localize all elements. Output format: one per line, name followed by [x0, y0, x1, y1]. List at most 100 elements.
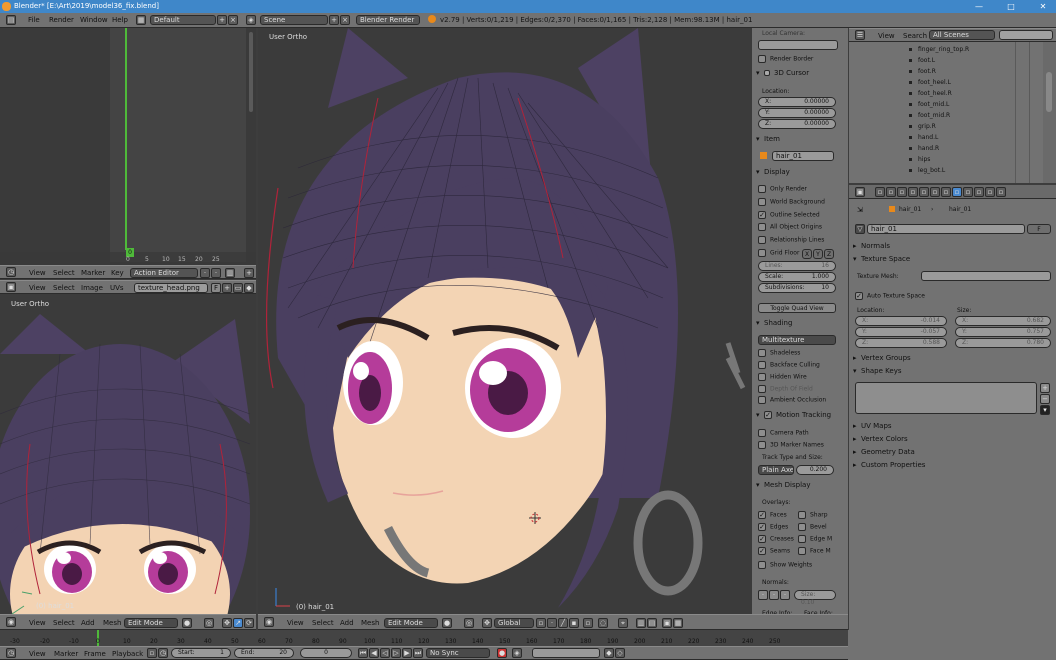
menu-view[interactable]: View [29, 284, 46, 292]
normal-vertex-icon[interactable]: · [758, 590, 768, 600]
cursor-section-header[interactable]: ▾ 3D Cursor [756, 69, 842, 80]
mode-select[interactable]: Edit Mode [124, 618, 178, 628]
menu-view[interactable]: View [878, 32, 895, 40]
scene-icon[interactable]: ◈ [246, 15, 256, 25]
outliner-item[interactable]: foot_mid.L [909, 101, 949, 108]
play-icon[interactable]: ▷ [391, 648, 401, 658]
outliner-item[interactable]: finger_ring_top.R [909, 46, 969, 53]
play-reverse-icon[interactable]: ◁ [380, 648, 390, 658]
overlay-faces[interactable]: ✓ Faces [758, 511, 787, 519]
stash-icon[interactable]: · [211, 268, 221, 278]
menu-select[interactable]: Select [53, 284, 75, 292]
menu-search[interactable]: Search [903, 32, 927, 40]
cursor-x-field[interactable]: X: 0.00000 [758, 97, 836, 107]
proportional-edit-icon[interactable]: ◌ [598, 618, 608, 628]
outliner-scope-select[interactable]: All Scenes [929, 30, 995, 40]
shape-key-add-icon[interactable]: + [1040, 383, 1050, 393]
transform-orientation-select[interactable]: Global [494, 618, 534, 628]
grid-floor-toggle[interactable]: Grid Floor [758, 249, 799, 257]
action-editor[interactable]: 0 0 5 10 15 20 25 [0, 28, 256, 265]
display-relationship-lines[interactable]: Relationship Lines [758, 236, 824, 244]
manipulator-icon[interactable]: ✥ [222, 618, 232, 628]
layout-field[interactable]: Default [150, 15, 216, 25]
pivot-icon[interactable]: ◎ [464, 618, 474, 628]
outliner-scrollbar[interactable] [1043, 42, 1056, 183]
outliner-item[interactable]: hand.L [909, 134, 938, 141]
editor-type-icon[interactable]: ◉ [264, 617, 274, 627]
loc-z-field[interactable]: Z: 0.588 [855, 338, 947, 348]
menu-render[interactable]: Render [49, 16, 74, 24]
opengl-render-icon[interactable]: ▣ [662, 618, 672, 628]
menu-add[interactable]: Add [81, 619, 95, 627]
outliner-item[interactable]: hips [909, 156, 930, 163]
size-y-field[interactable]: Y: 0.757 [955, 327, 1051, 337]
overlay-sharp[interactable]: Sharp [798, 511, 828, 519]
menu-marker[interactable]: Marker [81, 269, 105, 277]
custom-properties-section[interactable]: ▸ Custom Properties [853, 461, 1043, 472]
loc-x-field[interactable]: X: -0.014 [855, 316, 947, 326]
modifiers-tab-icon[interactable]: ▫ [941, 187, 951, 197]
shading-ambient-occlusion[interactable]: Ambient Occlusion [758, 396, 826, 404]
expand-icon[interactable]: + [244, 268, 254, 278]
shading-shadeless[interactable]: Shadeless [758, 349, 800, 357]
editor-mode-select[interactable]: Action Editor [130, 268, 198, 278]
viewport-shading-icon[interactable]: ● [442, 618, 452, 628]
mesh-datablock-field[interactable]: hair_01 [867, 224, 1025, 234]
start-frame-field[interactable]: Start: 1 [171, 648, 231, 658]
outliner-item[interactable]: hand.R [909, 145, 939, 152]
menu-view[interactable]: View [29, 269, 46, 277]
maximize-icon[interactable]: □ [1000, 0, 1022, 13]
overlay-seams[interactable]: ✓ Seams [758, 547, 790, 555]
track-type-select[interactable]: Plain Axe [758, 465, 794, 475]
outliner-item[interactable]: grip.R [909, 123, 936, 130]
layout-icon[interactable]: ▦ [136, 15, 146, 25]
jump-start-icon[interactable]: ⏮ [358, 648, 368, 658]
menu-help[interactable]: Help [112, 16, 128, 24]
editor-type-icon[interactable]: ◉ [6, 617, 16, 627]
menu-uvs[interactable]: UVs [110, 284, 124, 292]
jump-end-icon[interactable]: ⏭ [413, 648, 423, 658]
opengl-anim-icon[interactable]: ▦ [673, 618, 683, 628]
motion-tracking-section-header[interactable]: ▾ ✓ Motion Tracking [756, 411, 842, 422]
scene-remove-icon[interactable]: × [340, 15, 350, 25]
display-all-object-origins[interactable]: All Object Origins [758, 223, 822, 231]
pin-icon[interactable]: ◆ [244, 283, 254, 293]
material-tab-icon[interactable]: ▫ [963, 187, 973, 197]
editor-type-icon[interactable]: ☰ [855, 30, 865, 40]
cursor-y-field[interactable]: Y: 0.00000 [758, 108, 836, 118]
outliner-item[interactable]: foot_mid.R [909, 112, 950, 119]
mesh-display-section-header[interactable]: ▾ Mesh Display [756, 481, 842, 492]
overlay-edge-marks[interactable]: Edge M [798, 535, 832, 543]
shading-depth-of-field[interactable]: Depth Of Field [758, 385, 813, 393]
timeline-scrollbar[interactable] [246, 28, 256, 252]
keying-set-icon[interactable]: ◈ [512, 648, 522, 658]
mesh-data-tab-icon[interactable]: ▫ [952, 187, 962, 197]
toggle-quad-view-button[interactable]: Toggle Quad View [758, 303, 836, 313]
render-engine-select[interactable]: Blender Render [356, 15, 420, 25]
display-outline-selected[interactable]: ✓ Outline Selected [758, 211, 820, 219]
outliner-item[interactable]: foot.R [909, 68, 936, 75]
show-weights-toggle[interactable]: Show Weights [758, 561, 812, 569]
menu-playback[interactable]: Playback [112, 650, 143, 658]
size-z-field[interactable]: Z: 0.780 [955, 338, 1051, 348]
outliner-item[interactable]: foot_heel.L [909, 79, 951, 86]
edge-select-icon[interactable]: ╱ [558, 618, 568, 628]
motion-camera-path[interactable]: Camera Path [758, 429, 809, 437]
shape-key-menu-icon[interactable]: ▾ [1040, 405, 1050, 415]
display-world-background[interactable]: World Background [758, 198, 825, 206]
overlay-bevel[interactable]: Bevel [798, 523, 827, 531]
pivot-icon[interactable]: ◎ [204, 618, 214, 628]
auto-texture-space-toggle[interactable]: ✓ Auto Texture Space [855, 292, 925, 300]
render-preview-icon[interactable]: ▤ [647, 618, 657, 628]
menu-window[interactable]: Window [80, 16, 108, 24]
next-key-icon[interactable]: ▶ [402, 648, 412, 658]
editor-type-icon[interactable]: ◷ [6, 648, 16, 658]
mode-select[interactable]: Edit Mode [384, 618, 438, 628]
vertex-colors-section[interactable]: ▸ Vertex Colors [853, 435, 1043, 446]
fake-user-button[interactable]: F [1027, 224, 1051, 234]
sync-mode-select[interactable]: No Sync [426, 648, 490, 658]
viewport-shading-icon[interactable]: ● [182, 618, 192, 628]
menu-add[interactable]: Add [340, 619, 354, 627]
menu-select[interactable]: Select [53, 619, 75, 627]
menu-mesh[interactable]: Mesh [361, 619, 379, 627]
